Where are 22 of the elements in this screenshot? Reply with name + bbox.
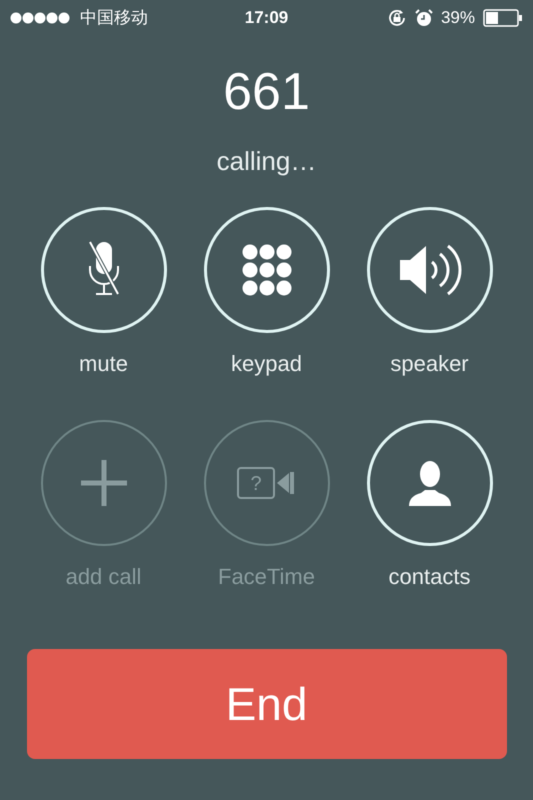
button-label: speaker <box>390 350 469 378</box>
call-status: calling… <box>216 145 318 178</box>
battery-percentage: 39% <box>440 7 475 30</box>
keypad-icon <box>242 244 292 296</box>
button-label: contacts <box>388 563 470 591</box>
signal-icon <box>10 12 72 24</box>
rotation-lock-icon <box>386 8 407 28</box>
battery-icon <box>483 9 523 27</box>
person-icon <box>406 460 452 506</box>
button-label: FaceTime <box>218 563 315 591</box>
alarm-icon <box>414 9 433 27</box>
button-label: add call <box>66 563 142 591</box>
button-label: keypad <box>231 350 302 378</box>
end-call-button[interactable]: End <box>26 649 506 759</box>
button-label: mute <box>79 350 128 378</box>
clock-time: 17:09 <box>244 7 288 29</box>
carrier-name: 中国移动 <box>80 7 148 30</box>
phone-number: 661 <box>222 66 311 118</box>
question-mark: ? <box>250 473 262 495</box>
speaker-icon <box>398 242 462 298</box>
video-camera-icon <box>236 467 294 499</box>
plus-icon <box>80 460 126 506</box>
